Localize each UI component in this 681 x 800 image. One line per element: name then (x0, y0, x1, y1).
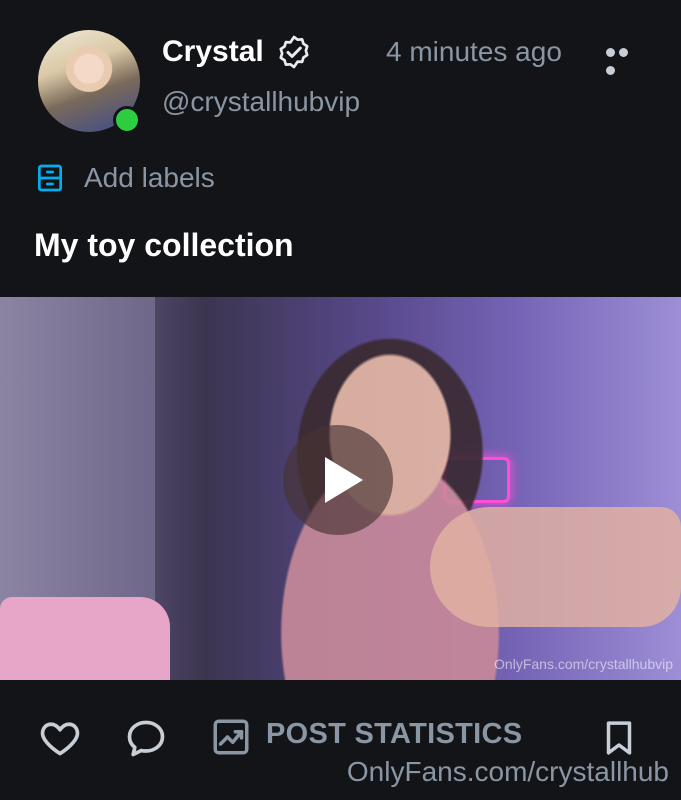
page-watermark: OnlyFans.com/crystallhub (346, 756, 669, 787)
add-labels-label: Add labels (84, 162, 215, 193)
online-status-dot (113, 106, 141, 134)
video-subject (200, 327, 580, 680)
heart-icon[interactable] (38, 716, 82, 760)
post-header: Crystal 4 minutes ago @crystallhubvip (0, 0, 681, 150)
comment-icon[interactable] (124, 716, 168, 760)
video-pillow (0, 597, 170, 680)
play-icon[interactable] (283, 425, 393, 535)
author-handle[interactable]: @crystallhubvip (162, 82, 360, 122)
post-caption: My toy collection (34, 227, 294, 263)
video-subject-arm (430, 507, 681, 627)
labels-icon (38, 164, 62, 192)
verified-badge-icon (279, 35, 309, 69)
chart-icon[interactable] (210, 716, 252, 758)
more-options-icon[interactable] (606, 44, 644, 75)
video-watermark: OnlyFans.com/crystallhubvip (494, 656, 673, 672)
post-video[interactable]: OnlyFans.com/crystallhubvip (0, 297, 681, 680)
post-timestamp: 4 minutes ago (386, 36, 562, 67)
author-name[interactable]: Crystal (162, 32, 264, 72)
post-statistics-button[interactable]: POST STATISTICS (266, 714, 522, 754)
